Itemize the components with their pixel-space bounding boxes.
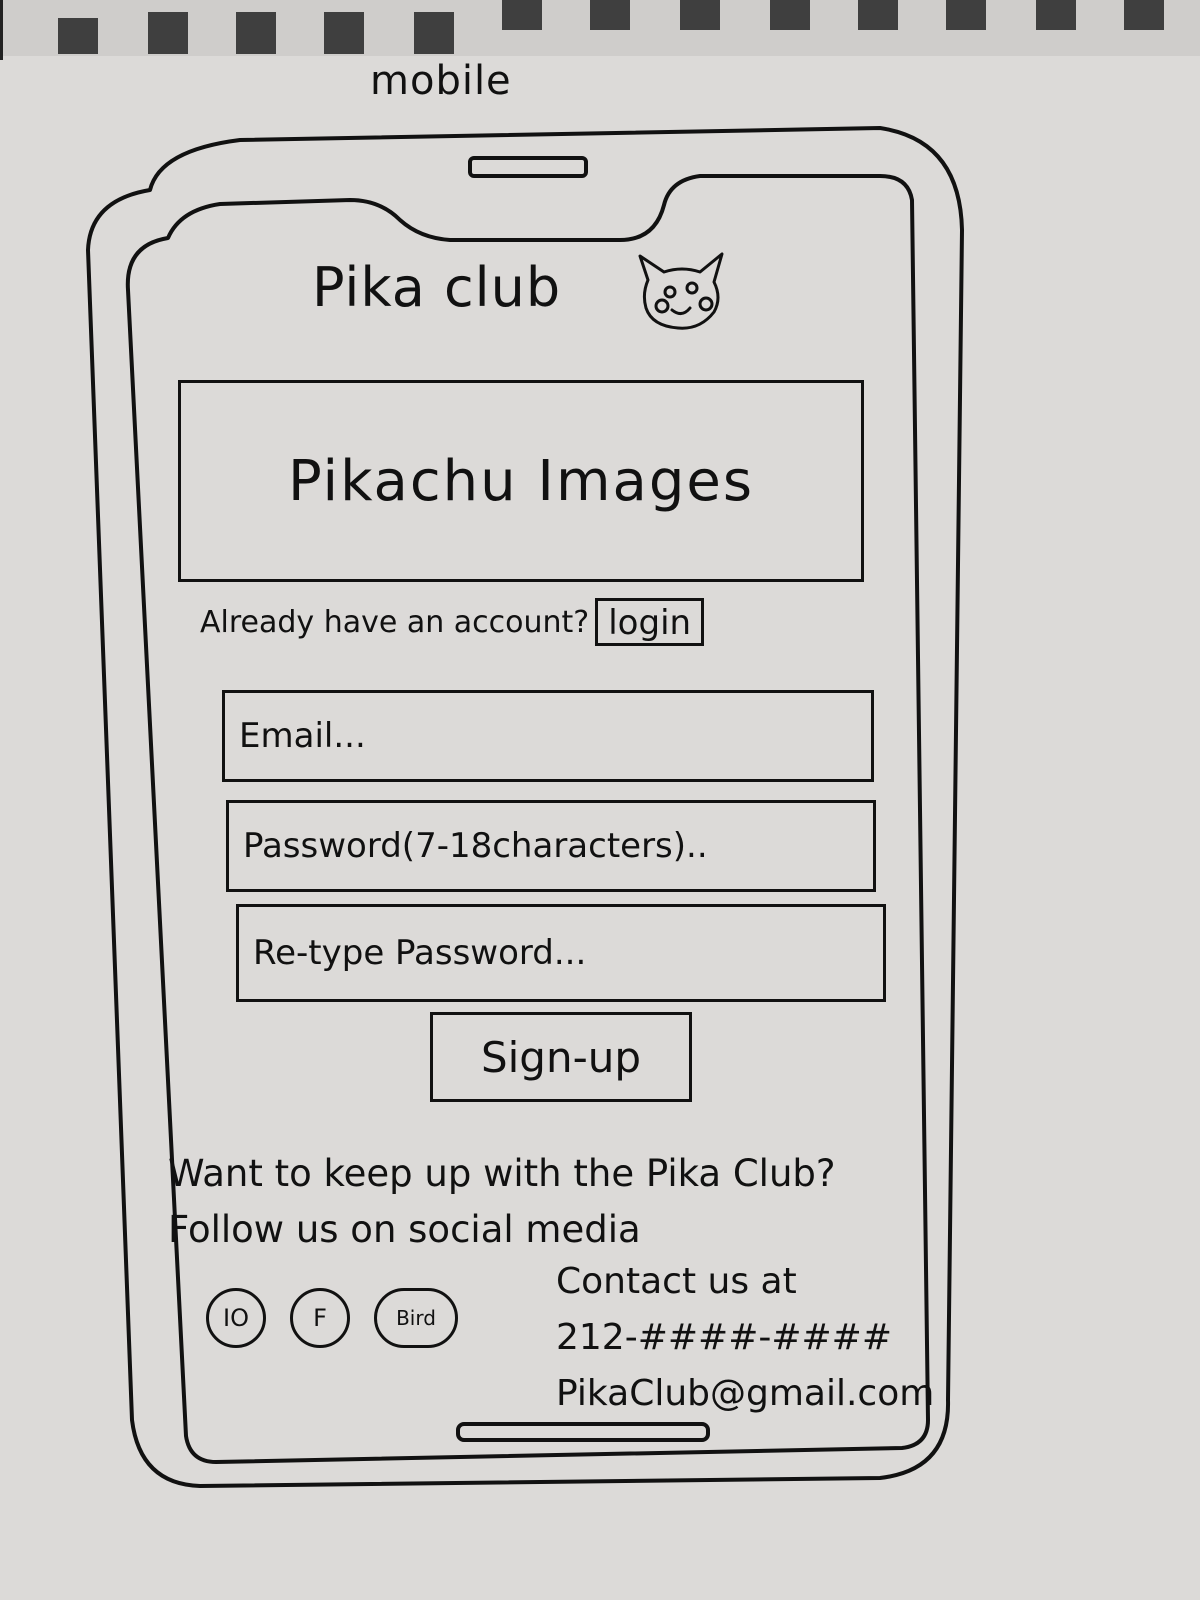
- contact-phone: 212-####-####: [556, 1317, 893, 1358]
- pikachu-face-icon: [634, 250, 730, 336]
- facebook-icon[interactable]: F: [290, 1288, 350, 1348]
- login-prompt-row: Already have an account? login: [200, 598, 705, 646]
- bird-icon[interactable]: Bird: [374, 1288, 458, 1348]
- follow-us-text: Want to keep up with the Pika Club? Foll…: [168, 1152, 836, 1251]
- instagram-icon[interactable]: IO: [206, 1288, 266, 1348]
- contact-block: Contact us at 212-####-#### PikaClub@gma…: [556, 1254, 934, 1422]
- app-title: Pika club: [312, 256, 562, 319]
- password-field[interactable]: [226, 800, 876, 892]
- email-field[interactable]: [222, 690, 874, 782]
- contact-heading: Contact us at: [556, 1261, 797, 1302]
- social-links: IO F Bird: [206, 1288, 458, 1348]
- hero-image-box: Pikachu Images: [178, 380, 864, 582]
- contact-email[interactable]: PikaClub@gmail.com: [556, 1366, 934, 1422]
- login-prompt: Already have an account?: [200, 604, 590, 640]
- retype-password-field[interactable]: [236, 904, 886, 1002]
- login-button[interactable]: login: [595, 598, 705, 646]
- hero-text: Pikachu Images: [288, 448, 754, 514]
- signup-button[interactable]: Sign-up: [430, 1012, 692, 1102]
